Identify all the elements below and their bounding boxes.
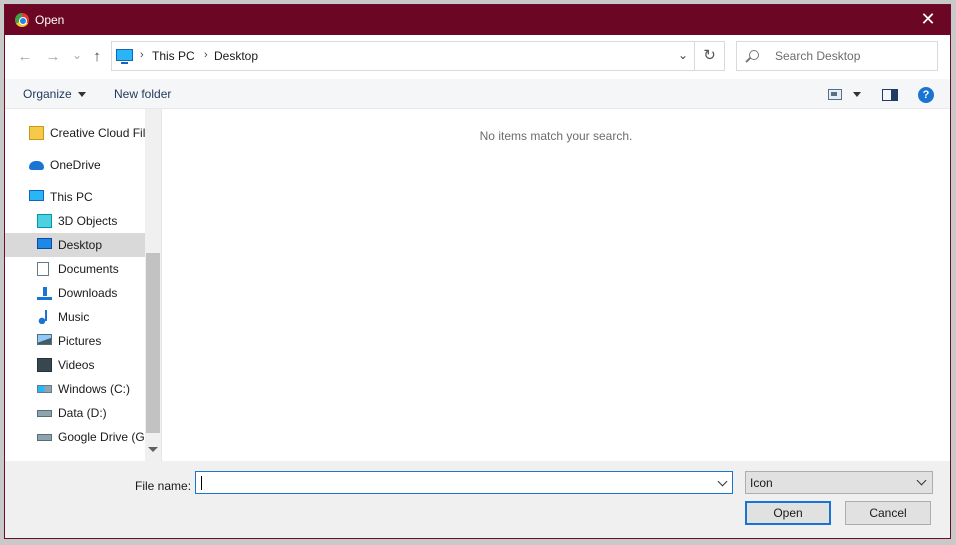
open-dialog: Open ✕ ← → ⌄ ↑ › This PC › Desktop ⌄ ↻ O… — [4, 4, 951, 539]
text-cursor — [201, 476, 202, 490]
sidebar-item-data-d[interactable]: Data (D:) — [5, 401, 145, 425]
cloud-icon — [29, 161, 44, 170]
scroll-thumb[interactable] — [146, 253, 160, 433]
file-type-select[interactable]: Icon — [745, 471, 933, 494]
breadcrumb-separator: › — [204, 49, 208, 61]
computer-icon — [116, 49, 133, 64]
breadcrumb-separator: › — [140, 49, 144, 61]
organize-button[interactable]: Organize — [23, 87, 86, 101]
sidebar-item-documents[interactable]: Documents — [5, 257, 145, 281]
download-icon — [37, 286, 52, 300]
drive-windows-icon — [37, 385, 52, 393]
sidebar-item-this-pc[interactable]: This PC — [5, 185, 145, 209]
video-icon — [37, 358, 52, 372]
forward-arrow-icon[interactable]: → — [45, 49, 61, 65]
close-icon[interactable]: ✕ — [906, 5, 950, 35]
document-icon — [37, 262, 49, 276]
picture-icon — [37, 334, 52, 345]
window-title: Open — [35, 13, 65, 27]
file-list[interactable]: No items match your search. — [162, 109, 950, 461]
drive-icon — [37, 410, 52, 417]
dialog-footer: File name: Icon Open Cancel — [5, 461, 950, 538]
sidebar-item-label: This PC — [50, 190, 93, 204]
sidebar-item-label: Desktop — [58, 238, 103, 252]
address-bar: ← → ⌄ ↑ › This PC › Desktop ⌄ ↻ — [5, 35, 950, 79]
path-box[interactable]: › This PC › Desktop ⌄ ↻ — [111, 41, 725, 71]
sidebar-item-label: Downloads — [58, 286, 118, 300]
sidebar-item-label: Music — [58, 310, 90, 324]
file-name-label: File name: — [135, 479, 192, 493]
sidebar-item-creative-cloud-fil[interactable]: Creative Cloud Fil — [5, 121, 145, 145]
command-toolbar: Organize New folder ? — [5, 79, 950, 109]
file-name-combobox[interactable] — [195, 471, 733, 494]
chrome-app-icon — [15, 13, 29, 27]
sidebar-item-label: Windows (C:) — [58, 382, 131, 396]
navigation-pane: Creative Cloud Fil OneDrive This PC 3D Obje… — [5, 109, 161, 461]
sidebar-item-label: Google Drive (G: — [58, 430, 145, 444]
search-box[interactable] — [736, 41, 938, 71]
sidebar-item-3d-objects[interactable]: 3D Objects — [5, 209, 145, 233]
sidebar-item-label: Data (D:) — [58, 406, 107, 420]
sidebar-item-label: Documents — [58, 262, 119, 276]
file-type-value: Icon — [750, 476, 773, 490]
caret-down-icon — [77, 92, 86, 98]
change-view-icon[interactable] — [828, 89, 842, 100]
open-button[interactable]: Open — [745, 501, 831, 525]
sidebar-item-label: Videos — [58, 358, 95, 372]
file-name-input[interactable] — [200, 475, 700, 491]
chevron-down-icon[interactable]: ⌄ — [678, 48, 688, 62]
sidebar-item-videos[interactable]: Videos — [5, 353, 145, 377]
breadcrumb-this-pc[interactable]: This PC — [152, 49, 195, 63]
empty-message: No items match your search. — [479, 129, 633, 143]
sidebar-item-windows-c[interactable]: Windows (C:) — [5, 377, 145, 401]
search-input[interactable] — [775, 48, 925, 64]
chevron-down-icon — [916, 475, 927, 486]
preview-pane-icon[interactable] — [882, 89, 898, 101]
cancel-button[interactable]: Cancel — [845, 501, 931, 525]
breadcrumb-desktop[interactable]: Desktop — [214, 49, 258, 63]
sidebar-item-downloads[interactable]: Downloads — [5, 281, 145, 305]
organize-label: Organize — [23, 87, 72, 101]
refresh-icon[interactable]: ↻ — [694, 42, 724, 70]
back-arrow-icon[interactable]: ← — [17, 49, 33, 65]
music-icon — [37, 310, 52, 324]
desktop-icon — [37, 238, 52, 249]
search-icon — [749, 50, 759, 60]
sidebar-item-pictures[interactable]: Pictures — [5, 329, 145, 353]
sidebar-item-label: Creative Cloud Fil — [50, 126, 145, 140]
computer-icon — [29, 190, 44, 201]
sidebar-item-label: 3D Objects — [58, 214, 118, 228]
title-bar: Open ✕ — [5, 5, 950, 35]
drive-icon — [37, 434, 52, 441]
sidebar-item-label: OneDrive — [50, 158, 101, 172]
up-arrow-icon[interactable]: ↑ — [89, 49, 105, 65]
cube-icon — [37, 214, 52, 228]
navigation-scrollbar[interactable] — [145, 109, 161, 461]
view-options-caret-icon[interactable] — [853, 92, 861, 97]
sidebar-item-music[interactable]: Music — [5, 305, 145, 329]
recent-locations-chevron-icon[interactable]: ⌄ — [69, 47, 85, 63]
sidebar-item-onedrive[interactable]: OneDrive — [5, 153, 145, 177]
chevron-down-icon[interactable] — [717, 476, 728, 487]
sidebar-item-desktop[interactable]: Desktop — [5, 233, 145, 257]
scroll-down-arrow-icon[interactable] — [148, 447, 158, 452]
sidebar-item-google-drive-g[interactable]: Google Drive (G: — [5, 425, 145, 449]
sidebar-item-label: Pictures — [58, 334, 102, 348]
creative-cloud-icon — [29, 126, 44, 140]
new-folder-button[interactable]: New folder — [114, 87, 171, 101]
help-icon[interactable]: ? — [918, 87, 934, 103]
